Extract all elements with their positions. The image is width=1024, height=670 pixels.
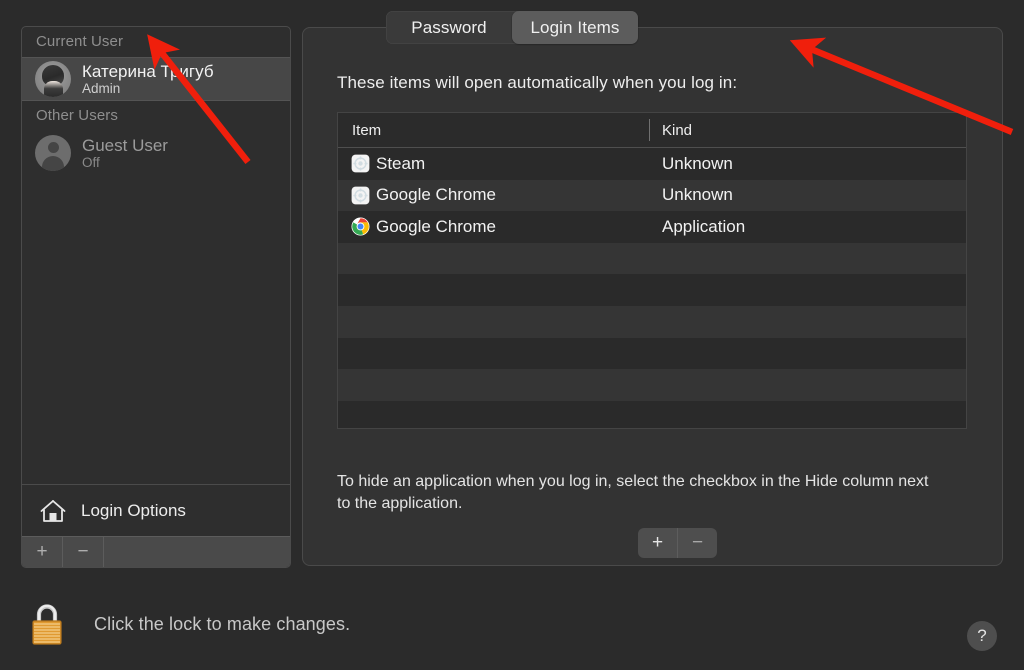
sidebar-footer-filler	[104, 537, 290, 567]
users-list: Current User Катерина Тригуб Admin Other…	[22, 27, 290, 484]
panel-intro-text: These items will open automatically when…	[337, 73, 738, 92]
guest-user-name: Guest User	[82, 135, 168, 155]
cell-item: Google Chrome	[338, 217, 650, 237]
table-empty-row	[338, 242, 966, 275]
tab-bar: Password Login Items	[386, 11, 638, 44]
remove-login-item-button[interactable]: −	[677, 528, 717, 558]
guest-user-status: Off	[82, 154, 100, 170]
cell-item: Google Chrome	[338, 185, 650, 205]
current-user-group-header: Current User	[36, 33, 124, 50]
column-header-item[interactable]: Item	[338, 113, 650, 147]
users-sidebar: Current User Катерина Тригуб Admin Other…	[21, 26, 291, 568]
sidebar-footer-controls: + −	[22, 536, 290, 567]
cell-item: Steam	[338, 154, 650, 174]
table-body: Steam Unknown Google Chrome Unknown Google C…	[338, 148, 966, 428]
other-users-group-header: Other Users	[36, 107, 118, 124]
cell-kind: Unknown	[662, 153, 733, 173]
column-divider[interactable]	[649, 119, 650, 141]
sidebar-item-current-user[interactable]: Катерина Тригуб Admin	[22, 57, 290, 101]
table-empty-row	[338, 400, 966, 428]
table-empty-row	[338, 305, 966, 338]
cell-kind: Application	[662, 216, 746, 236]
table-row[interactable]: Google Chrome Unknown	[338, 179, 966, 212]
tab-login-items[interactable]: Login Items	[512, 11, 638, 44]
tab-password[interactable]: Password	[386, 11, 512, 44]
chrome-icon	[351, 217, 370, 236]
unknown-app-icon	[351, 154, 370, 173]
remove-user-button[interactable]: −	[63, 537, 104, 567]
add-user-button[interactable]: +	[22, 537, 63, 567]
current-user-text: Катерина Тригуб Admin	[82, 62, 214, 96]
login-items-panel: These items will open automatically when…	[302, 27, 1003, 566]
table-empty-row	[338, 337, 966, 370]
table-empty-row	[338, 369, 966, 401]
item-name: Steam	[376, 153, 426, 173]
guest-user-text: Guest User Off	[82, 136, 168, 170]
current-user-role: Admin	[82, 80, 121, 96]
help-icon: ?	[977, 626, 987, 645]
column-header-kind[interactable]: Kind	[650, 113, 966, 147]
help-button[interactable]: ?	[967, 621, 997, 651]
lock-bar: Click the lock to make changes.	[26, 601, 350, 647]
login-options-label: Login Options	[81, 500, 186, 520]
panel-hide-note: To hide an application when you log in, …	[337, 473, 929, 513]
table-empty-row	[338, 274, 966, 306]
login-items-table: Item Kind Steam Unknown Google Chrome Unkno…	[337, 112, 967, 429]
sidebar-item-login-options[interactable]: Login Options	[22, 484, 290, 536]
table-row[interactable]: Google Chrome Application	[338, 211, 966, 243]
unknown-app-icon	[351, 186, 370, 205]
login-item-add-remove-controls: + −	[638, 528, 717, 558]
current-user-name: Катерина Тригуб	[82, 61, 214, 81]
lock-message: Click the lock to make changes.	[94, 613, 351, 634]
guest-avatar-icon	[35, 135, 71, 171]
avatar	[35, 61, 71, 97]
item-name: Google Chrome	[376, 216, 497, 236]
tab-login-items-label: Login Items	[530, 17, 620, 37]
cell-kind: Unknown	[662, 185, 733, 205]
table-row[interactable]: Steam Unknown	[338, 148, 966, 180]
lock-icon[interactable]	[26, 601, 68, 647]
table-header-row: Item Kind	[338, 113, 966, 148]
tab-password-label: Password	[411, 17, 487, 37]
item-name: Google Chrome	[376, 185, 497, 205]
sidebar-item-guest-user[interactable]: Guest User Off	[22, 131, 290, 175]
add-login-item-button[interactable]: +	[638, 528, 677, 558]
house-icon	[39, 498, 67, 524]
